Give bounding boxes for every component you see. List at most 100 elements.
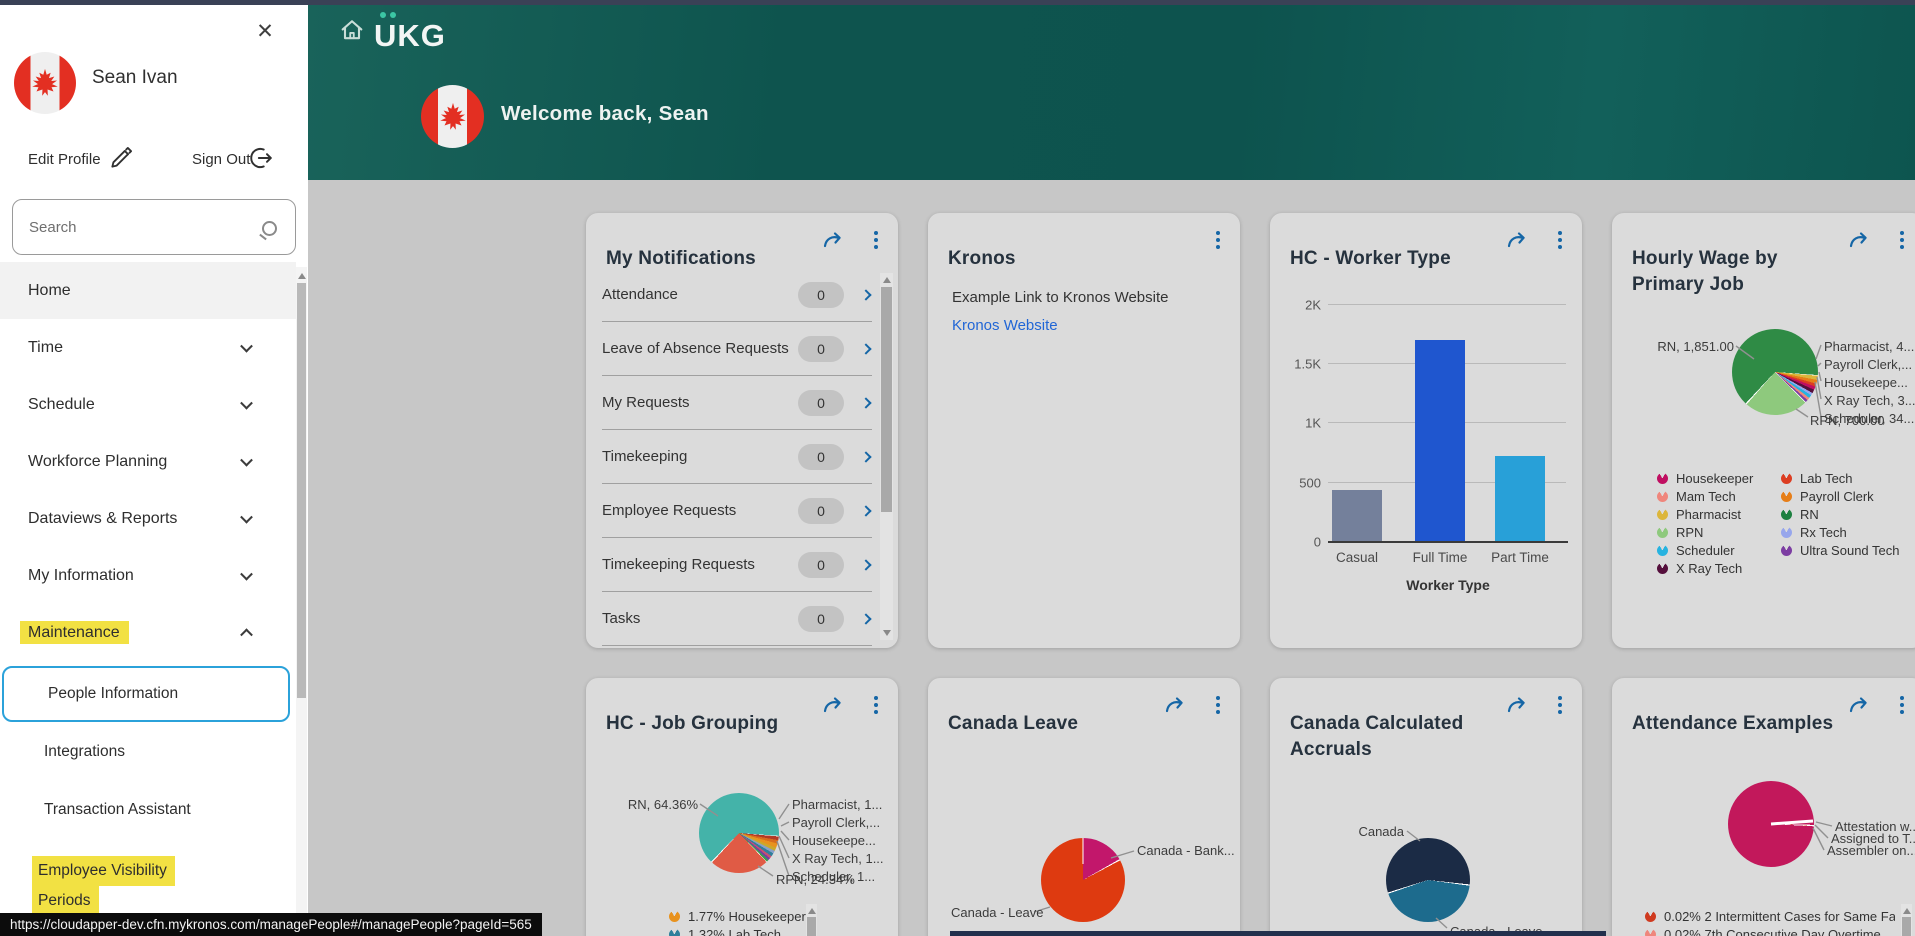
pie-callout: Canada - Leave	[951, 905, 1031, 920]
bar-chart: 0 500 1K 1.5K 2K Casual Full Time Part T…	[1328, 305, 1568, 542]
open-arrow-icon[interactable]	[1848, 694, 1872, 716]
scroll-up-icon[interactable]	[298, 273, 306, 279]
sidebar-item-integrations[interactable]: Integrations	[0, 723, 296, 780]
legend-item[interactable]: 0.02% 2 Intermittent Cases for Same Fami…	[1645, 909, 1895, 924]
kebab-menu-icon[interactable]	[1210, 229, 1226, 251]
sign-out-icon[interactable]	[248, 145, 274, 171]
list-item-my-requests[interactable]: My Requests 0	[602, 376, 872, 430]
kebab-menu-icon[interactable]	[1894, 229, 1910, 251]
sign-out-button[interactable]: Sign Out	[192, 151, 250, 168]
tile-scrollbar[interactable]	[880, 273, 893, 640]
sidebar-item-employee-visibility-periods[interactable]: Employee Visibility Periods	[38, 856, 175, 916]
pie-slice-icon	[1781, 491, 1792, 502]
kronos-website-link[interactable]: Kronos Website	[952, 317, 1058, 334]
scroll-up-icon[interactable]	[883, 277, 891, 283]
list-item-leave-of-absence-requests[interactable]: Leave of Absence Requests 0	[602, 322, 872, 376]
bar-casual[interactable]	[1332, 490, 1382, 541]
sidebar-item-transaction-assistant[interactable]: Transaction Assistant	[0, 781, 296, 838]
pie-slice-icon	[669, 929, 680, 936]
sidebar-item-dataviews-reports[interactable]: Dataviews & Reports	[0, 490, 296, 547]
pie-slice-icon	[1657, 491, 1668, 502]
bar-full-time[interactable]	[1415, 340, 1465, 541]
sidebar-item-my-information[interactable]: My Information	[0, 547, 296, 604]
open-arrow-icon[interactable]	[1848, 229, 1872, 251]
legend-item[interactable]: RPN	[1657, 525, 1703, 540]
count-badge: 0	[798, 552, 844, 578]
tile-hc-job-grouping: HC - Job Grouping RN, 64.36% Pharmacist,…	[586, 678, 898, 936]
list-item-timekeeping[interactable]: Timekeeping 0	[602, 430, 872, 484]
open-arrow-icon[interactable]	[1164, 694, 1188, 716]
kebab-menu-icon[interactable]	[1894, 694, 1910, 716]
home-icon[interactable]	[338, 16, 366, 44]
legend-item[interactable]: 1.32% Lab Tech	[669, 927, 781, 936]
chevron-right-icon	[860, 289, 871, 300]
ukg-logo-text: UKG	[374, 18, 446, 54]
kebab-menu-icon[interactable]	[1210, 694, 1226, 716]
list-item-tasks[interactable]: Tasks 0	[602, 592, 872, 646]
scrollbar-thumb[interactable]	[1902, 917, 1911, 936]
tile-title: Kronos	[948, 246, 1160, 272]
y-tick: 0	[1314, 535, 1321, 550]
sidebar: ✕ Sean Ivan Edit Profile Sign Out Home T…	[0, 5, 308, 936]
legend-item[interactable]: 0.02% 7th Consecutive Day Overtime	[1645, 927, 1895, 936]
sidebar-item-home[interactable]: Home	[0, 262, 296, 319]
pie-chart	[1732, 329, 1818, 415]
legend-item[interactable]: Rx Tech	[1781, 525, 1847, 540]
legend-item[interactable]: 1.77% Housekeeper	[669, 909, 806, 924]
sidebar-scrollbar[interactable]	[296, 267, 307, 936]
tile-title: Canada Calculated Accruals	[1290, 711, 1502, 763]
sidebar-item-workforce-planning[interactable]: Workforce Planning	[0, 433, 296, 490]
scrollbar-thumb[interactable]	[297, 283, 306, 698]
legend-item[interactable]: Lab Tech	[1781, 471, 1853, 486]
legend-item[interactable]: Payroll Clerk	[1781, 489, 1874, 504]
legend-item[interactable]: X Ray Tech	[1657, 561, 1742, 576]
y-tick: 500	[1299, 476, 1321, 491]
sidebar-item-time[interactable]: Time	[0, 319, 296, 376]
open-arrow-icon[interactable]	[822, 229, 846, 251]
list-item-employee-requests[interactable]: Employee Requests 0	[602, 484, 872, 538]
app-root: UKG Welcome back, Sean ✕ Sean Ivan Edit …	[0, 0, 1915, 936]
kebab-menu-icon[interactable]	[1552, 229, 1568, 251]
legend-item[interactable]: Housekeeper	[1657, 471, 1753, 486]
count-badge: 0	[798, 444, 844, 470]
scrollbar-thumb[interactable]	[881, 287, 892, 512]
open-arrow-icon[interactable]	[1506, 229, 1530, 251]
legend-item[interactable]: Scheduler	[1657, 543, 1735, 558]
scroll-up-icon[interactable]	[1903, 908, 1911, 914]
close-icon[interactable]: ✕	[250, 17, 280, 47]
sidebar-item-people-information[interactable]: People Information	[2, 666, 290, 722]
bar-part-time[interactable]	[1495, 456, 1545, 541]
pie-slice-icon	[1657, 563, 1668, 574]
sidebar-item-label: Time	[28, 339, 63, 357]
pie-callout: RN, 64.36%	[610, 797, 698, 812]
x-tick: Casual	[1312, 550, 1402, 565]
open-arrow-icon[interactable]	[822, 694, 846, 716]
legend-item[interactable]: Pharmacist	[1657, 507, 1741, 522]
open-arrow-icon[interactable]	[1506, 694, 1530, 716]
scroll-up-icon[interactable]	[808, 908, 816, 914]
search-input[interactable]	[12, 199, 296, 255]
legend-scrollbar[interactable]	[1901, 904, 1912, 936]
chevron-right-icon	[860, 613, 871, 624]
kebab-menu-icon[interactable]	[1552, 694, 1568, 716]
pie-chart	[699, 793, 779, 873]
sidebar-item-schedule[interactable]: Schedule	[0, 376, 296, 433]
sidebar-item-maintenance[interactable]: Maintenance	[0, 604, 296, 661]
scrollbar-thumb[interactable]	[807, 917, 816, 936]
scroll-down-icon[interactable]	[883, 630, 891, 636]
legend-item[interactable]: RN	[1781, 507, 1819, 522]
edit-profile-button[interactable]: Edit Profile	[28, 151, 101, 168]
kebab-menu-icon[interactable]	[868, 694, 884, 716]
legend-scrollbar[interactable]	[806, 904, 817, 936]
sidebar-item-label: Dataviews & Reports	[28, 510, 177, 528]
tile-hourly-wage-by-primary-job: Hourly Wage by Primary Job RN, 1,851.00 …	[1612, 213, 1915, 648]
pie-slice-icon	[1781, 527, 1792, 538]
legend-item[interactable]: Ultra Sound Tech	[1781, 543, 1900, 558]
kebab-menu-icon[interactable]	[868, 229, 884, 251]
pie-chart	[1041, 838, 1125, 922]
pencil-icon[interactable]	[108, 145, 134, 171]
list-item-timekeeping-requests[interactable]: Timekeeping Requests 0	[602, 538, 872, 592]
legend-item[interactable]: Mam Tech	[1657, 489, 1736, 504]
list-item-attendance[interactable]: Attendance 0	[602, 268, 872, 322]
item-label: Timekeeping Requests	[602, 556, 798, 573]
